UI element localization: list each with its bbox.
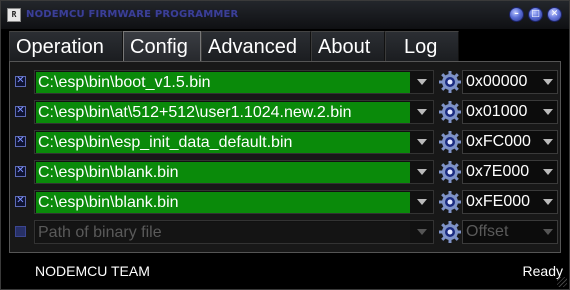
chevron-down-icon[interactable] xyxy=(417,109,427,115)
minimize-icon: – xyxy=(514,9,519,19)
gear-icon[interactable] xyxy=(438,220,462,244)
tab-advanced[interactable]: Advanced xyxy=(201,31,311,61)
tab-config[interactable]: Config xyxy=(123,31,201,62)
path-combobox[interactable]: C:\esp\bin\esp_init_data_default.bin xyxy=(34,130,434,154)
minimize-button[interactable]: – xyxy=(509,7,524,22)
close-button[interactable]: ✕ xyxy=(547,7,562,22)
firmware-row: C:\esp\bin\at\512+512\user1.1024.new.2.b… xyxy=(10,98,562,126)
tab-about[interactable]: About xyxy=(311,31,385,61)
checkbox-icon[interactable] xyxy=(15,75,26,87)
path-combobox[interactable]: C:\esp\bin\boot_v1.5.bin xyxy=(34,70,434,94)
chevron-down-icon[interactable] xyxy=(543,169,553,175)
offset-value: 0x7E000 xyxy=(466,163,530,180)
checkbox-icon[interactable] xyxy=(15,226,26,237)
config-panel: C:\esp\bin\boot_v1.5.bin 0x00000 C:\esp\… xyxy=(9,61,561,253)
path-combobox[interactable]: C:\esp\bin\at\512+512\user1.1024.new.2.b… xyxy=(34,100,434,124)
gear-icon[interactable] xyxy=(438,100,462,124)
offset-combobox[interactable]: 0x7E000 xyxy=(462,160,558,184)
offset-value: 0x00000 xyxy=(466,73,528,90)
offset-combobox[interactable]: 0x00000 xyxy=(462,70,558,94)
offset-combobox[interactable]: 0xFE000 xyxy=(462,190,558,214)
tab-operation[interactable]: Operation xyxy=(9,31,123,61)
path-field[interactable]: C:\esp\bin\blank.bin xyxy=(36,192,410,213)
path-field[interactable]: C:\esp\bin\blank.bin xyxy=(36,162,410,183)
path-combobox[interactable]: C:\esp\bin\blank.bin xyxy=(34,160,434,184)
checkbox-icon[interactable] xyxy=(15,135,26,147)
gear-icon[interactable] xyxy=(438,160,462,184)
chevron-down-icon[interactable] xyxy=(543,109,553,115)
gear-icon[interactable] xyxy=(438,130,462,154)
window-title: NODEMCU FIRMWARE PROGRAMMER xyxy=(26,9,239,20)
app-window: R NODEMCU FIRMWARE PROGRAMMER – □ ✕ Oper… xyxy=(0,0,570,290)
app-icon: R xyxy=(7,8,21,22)
checkbox-icon[interactable] xyxy=(15,105,26,117)
path-combobox[interactable]: C:\esp\bin\blank.bin xyxy=(34,190,434,214)
offset-placeholder: Offset xyxy=(466,223,509,240)
offset-value: 0xFE000 xyxy=(466,193,531,210)
chevron-down-icon[interactable] xyxy=(417,229,427,235)
close-icon: ✕ xyxy=(550,9,559,19)
firmware-row: C:\esp\bin\boot_v1.5.bin 0x00000 xyxy=(10,68,562,96)
firmware-row-empty: Path of binary file Offset xyxy=(10,218,562,246)
chevron-down-icon[interactable] xyxy=(543,199,553,205)
chevron-down-icon[interactable] xyxy=(417,79,427,85)
path-field[interactable]: Path of binary file xyxy=(36,222,410,243)
offset-value: 0x01000 xyxy=(466,103,528,120)
path-field[interactable]: C:\esp\bin\esp_init_data_default.bin xyxy=(36,132,410,153)
offset-combobox[interactable]: 0x01000 xyxy=(462,100,558,124)
offset-combobox[interactable]: Offset xyxy=(462,220,558,244)
offset-value: 0xFC000 xyxy=(466,133,531,150)
maximize-icon: □ xyxy=(531,9,540,19)
tab-log[interactable]: Log xyxy=(385,31,459,61)
checkbox-icon[interactable] xyxy=(15,165,26,177)
chevron-down-icon[interactable] xyxy=(543,139,553,145)
title-bar[interactable]: R NODEMCU FIRMWARE PROGRAMMER – □ ✕ xyxy=(1,1,569,29)
firmware-row: C:\esp\bin\blank.bin 0x7E000 xyxy=(10,158,562,186)
firmware-row: C:\esp\bin\esp_init_data_default.bin 0xF… xyxy=(10,128,562,156)
checkbox-icon[interactable] xyxy=(15,195,26,207)
chevron-down-icon[interactable] xyxy=(417,169,427,175)
offset-combobox[interactable]: 0xFC000 xyxy=(462,130,558,154)
resize-grip[interactable] xyxy=(557,277,567,287)
status-team-label: NODEMCU TEAM xyxy=(35,263,150,279)
chevron-down-icon[interactable] xyxy=(417,139,427,145)
gear-icon[interactable] xyxy=(438,190,462,214)
chevron-down-icon[interactable] xyxy=(543,229,553,235)
path-combobox[interactable]: Path of binary file xyxy=(34,220,434,244)
chevron-down-icon[interactable] xyxy=(417,199,427,205)
gear-icon[interactable] xyxy=(438,70,462,94)
path-field[interactable]: C:\esp\bin\boot_v1.5.bin xyxy=(36,72,410,93)
path-field[interactable]: C:\esp\bin\at\512+512\user1.1024.new.2.b… xyxy=(36,102,410,123)
chevron-down-icon[interactable] xyxy=(543,79,553,85)
firmware-row: C:\esp\bin\blank.bin 0xFE000 xyxy=(10,188,562,216)
status-bar: NODEMCU TEAM Ready xyxy=(1,257,569,289)
maximize-button[interactable]: □ xyxy=(528,7,543,22)
